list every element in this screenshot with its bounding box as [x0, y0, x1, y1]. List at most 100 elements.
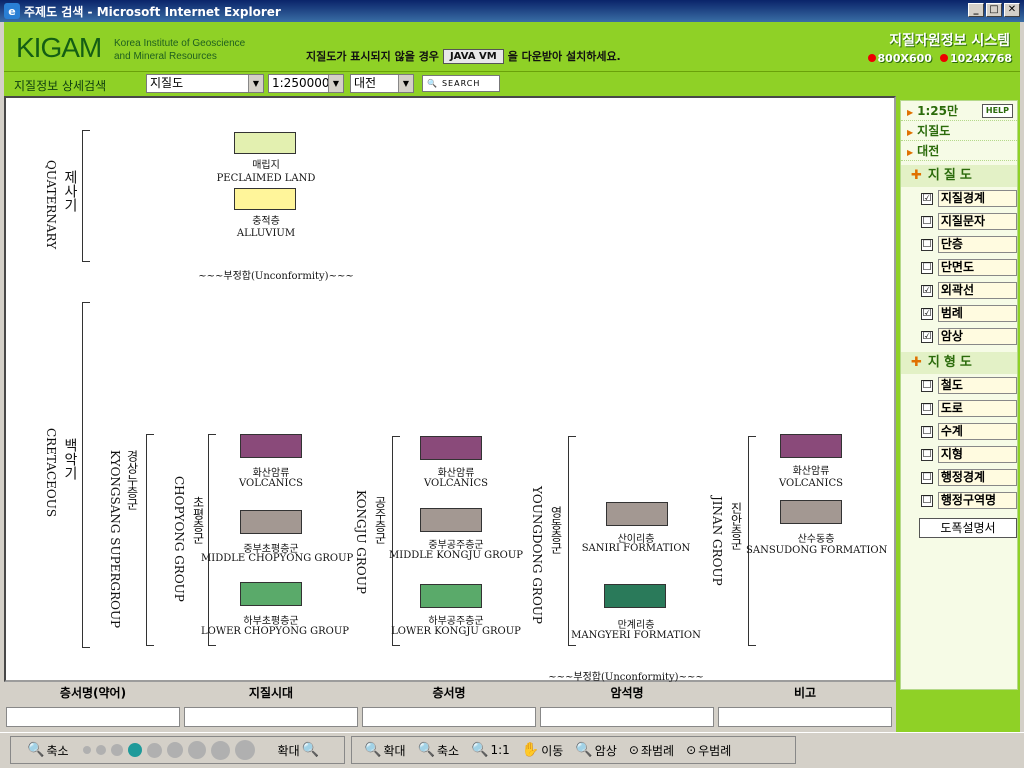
layer-label[interactable]: 외곽선 — [937, 282, 1017, 299]
region-select[interactable]: 대전 ▼ — [350, 74, 414, 93]
youngdong-ko: 영동층군 — [549, 506, 563, 554]
zoom-dot[interactable] — [110, 744, 123, 756]
zoom-dot[interactable] — [95, 745, 106, 755]
tool-zoom-in[interactable]: 🔍 확대 — [364, 742, 406, 759]
checkbox[interactable]: ☐ — [921, 379, 933, 392]
layer-admin-name[interactable]: ☐ 행정구역명 — [901, 489, 1017, 512]
layer-water[interactable]: ☐ 수계 — [901, 420, 1017, 443]
map-description-button[interactable]: 도폭설명서 — [919, 518, 1017, 538]
kongju-volcanics-ko: 화산암류 — [437, 468, 475, 479]
checkbox[interactable]: ☐ — [921, 471, 933, 484]
dropdown-arrow-icon[interactable]: ▼ — [248, 75, 263, 92]
layer-label[interactable]: 수계 — [937, 423, 1017, 440]
layer-panel: ▶ 1:25만 HELP ▶ 지질도 ▶ 대전 ✚ 지질도 ☑ 지질경계 ☐ 지질문자 ☐ 단… — [896, 96, 1020, 732]
checkbox[interactable]: ☑ — [921, 330, 933, 343]
zoom-dot-active[interactable] — [127, 743, 142, 757]
mid-kongju-en: MIDDLE KONGJU GROUP — [389, 550, 523, 561]
col-remarks: 비고 — [793, 686, 817, 700]
layer-label[interactable]: 범례 — [937, 305, 1017, 322]
window-titlebar: e 주제도 검색 - Microsoft Internet Explorer _… — [0, 0, 1024, 22]
kigam-logo[interactable]: KIGAM — [16, 32, 102, 64]
layer-label[interactable]: 도로 — [937, 400, 1017, 417]
layer-terrain[interactable]: ☐ 지형 — [901, 443, 1017, 466]
layer-geo-boundary[interactable]: ☑ 지질경계 — [901, 187, 1017, 210]
tool-actual-size[interactable]: 🔍 1:1 — [471, 742, 510, 758]
checkbox[interactable]: ☐ — [921, 425, 933, 438]
cretaceous-ko: 백악기 — [62, 438, 78, 480]
triangle-right-icon: ▶ — [907, 108, 914, 117]
layer-geo-text[interactable]: ☐ 지질문자 — [901, 210, 1017, 233]
zoom-out-control[interactable]: 🔍 축소 — [27, 742, 69, 759]
panel-region: 대전 — [917, 144, 940, 158]
layer-outline[interactable]: ☑ 외곽선 — [901, 279, 1017, 302]
res-1024-link[interactable]: 1024X768 — [939, 52, 1012, 65]
saniri-swatch — [606, 502, 668, 526]
saniri-en: SANIRI FORMATION — [581, 543, 691, 554]
info-table: 층서명(약어) 지질시대 층서명 암석명 비고 — [4, 682, 896, 732]
java-vm-button[interactable]: JAVA VM — [442, 48, 504, 64]
layer-label[interactable]: 지질문자 — [937, 213, 1017, 230]
zoom-out-icon: 🔍 — [417, 742, 435, 758]
layer-label[interactable]: 암상 — [937, 328, 1017, 345]
checkbox[interactable]: ☐ — [921, 238, 933, 251]
layer-label[interactable]: 단층 — [937, 236, 1017, 253]
jinan-volcanics-en: VOLCANICS — [779, 478, 843, 489]
scale-select[interactable]: 1:250000 ▼ — [268, 74, 344, 93]
tool-right-legend[interactable]: ⊙ 우범례 — [686, 742, 731, 759]
help-button[interactable]: HELP — [981, 104, 1013, 118]
layer-road[interactable]: ☐ 도로 — [901, 397, 1017, 420]
layer-label[interactable]: 행정경계 — [937, 469, 1017, 486]
layer-label[interactable]: 행정구역명 — [937, 492, 1017, 509]
minimize-button[interactable]: _ — [968, 3, 984, 17]
alluvium-ko: 충적층 — [252, 216, 280, 227]
tool-left-legend[interactable]: ⊙ 좌범례 — [629, 742, 674, 759]
layer-label[interactable]: 지질경계 — [937, 190, 1017, 207]
region-value: 대전 — [354, 76, 377, 90]
zoom-in-icon: 🔍 — [301, 742, 320, 758]
map-view[interactable]: 제사기 QUATERNARY 매립지 PECLAIMED LAND 충적층 AL… — [4, 96, 896, 683]
layer-railway[interactable]: ☐ 철도 — [901, 374, 1017, 397]
layer-label[interactable]: 지형 — [937, 446, 1017, 463]
layer-fault[interactable]: ☐ 단층 — [901, 233, 1017, 256]
checkbox[interactable]: ☐ — [921, 494, 933, 507]
layer-section[interactable]: ☐ 단면도 — [901, 256, 1017, 279]
zoom-dot[interactable] — [234, 740, 255, 760]
zoom-dot[interactable] — [187, 741, 206, 759]
zoom-dot[interactable] — [210, 740, 230, 760]
zoom-dot[interactable] — [146, 742, 162, 758]
map-type-select[interactable]: 지질도 ▼ — [146, 74, 264, 93]
kongju-en: KONGJU GROUP — [354, 490, 368, 594]
tool-zoom-out[interactable]: 🔍 축소 — [418, 742, 460, 759]
layer-admin-boundary[interactable]: ☐ 행정경계 — [901, 466, 1017, 489]
circle-icon: ⊙ — [686, 743, 697, 757]
checkbox[interactable]: ☐ — [921, 448, 933, 461]
checkbox[interactable]: ☐ — [921, 402, 933, 415]
youngdong-en: YOUNGDONG GROUP — [530, 486, 544, 624]
zoom-dot[interactable] — [166, 742, 183, 758]
close-button[interactable]: ✕ — [1004, 3, 1020, 17]
search-button[interactable]: 🔍 SEARCH — [422, 75, 500, 92]
dropdown-arrow-icon[interactable]: ▼ — [328, 75, 343, 92]
tool-left-legend-label: 좌범례 — [640, 743, 675, 758]
chopyong-volcanics-ko: 화산암류 — [252, 468, 290, 479]
checkbox[interactable]: ☑ — [921, 192, 933, 205]
tool-pan[interactable]: ✋ 이동 — [522, 742, 564, 759]
tool-zoom-in-label: 확대 — [383, 743, 406, 758]
checkbox[interactable]: ☐ — [921, 261, 933, 274]
tool-lithology[interactable]: 🔍 암상 — [575, 742, 617, 759]
tool-lith-label: 암상 — [594, 743, 617, 758]
dropdown-arrow-icon[interactable]: ▼ — [398, 75, 413, 92]
res-800-link[interactable]: 800X600 — [867, 52, 932, 65]
zoom-in-control[interactable]: 확대 🔍 — [278, 742, 320, 759]
layer-label[interactable]: 단면도 — [937, 259, 1017, 276]
layer-label[interactable]: 철도 — [937, 377, 1017, 394]
checkbox[interactable]: ☑ — [921, 284, 933, 297]
search-button-label: SEARCH — [441, 79, 481, 88]
zoom-dot[interactable] — [82, 746, 91, 754]
maximize-button[interactable]: □ — [986, 3, 1002, 17]
quaternary-bracket — [82, 130, 90, 262]
checkbox[interactable]: ☑ — [921, 307, 933, 320]
checkbox[interactable]: ☐ — [921, 215, 933, 228]
layer-legend[interactable]: ☑ 범례 — [901, 302, 1017, 325]
layer-lithology[interactable]: ☑ 암상 — [901, 325, 1017, 348]
